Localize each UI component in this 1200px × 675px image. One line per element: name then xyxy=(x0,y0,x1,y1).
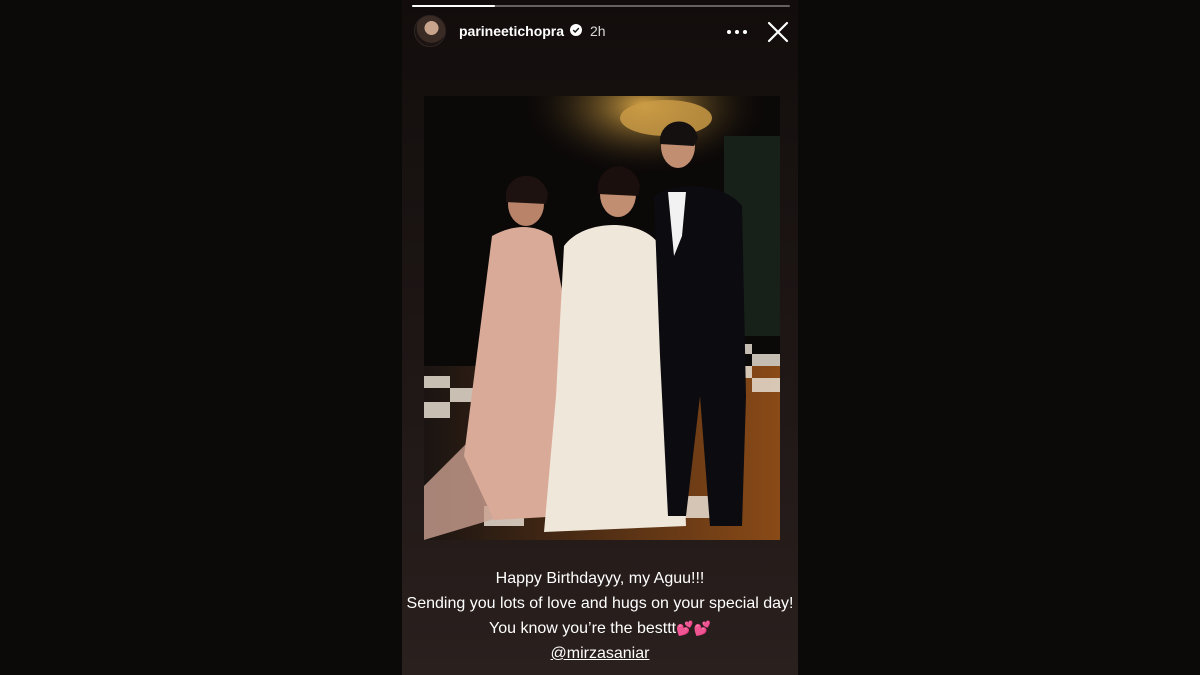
mention-link[interactable]: @mirzasaniar xyxy=(551,645,650,662)
story-caption: Happy Birthdayyy, my Aguu!!! Sending you… xyxy=(402,566,798,666)
heart-emoji-icon: 💕💕 xyxy=(676,620,711,636)
close-icon[interactable] xyxy=(766,20,790,44)
story-viewer[interactable]: parineetichopra 2h Happy Birthdayyy, my … xyxy=(402,0,798,675)
more-options-icon[interactable] xyxy=(724,20,750,42)
caption-text: You know you’re the besttt xyxy=(489,620,677,637)
caption-line: You know you’re the besttt💕💕 xyxy=(402,616,798,641)
caption-line: Happy Birthdayyy, my Aguu!!! xyxy=(495,570,705,587)
caption-line: Sending you lots of love and hugs on you… xyxy=(406,595,794,612)
story-photo xyxy=(424,96,780,540)
screen-background: parineetichopra 2h Happy Birthdayyy, my … xyxy=(0,0,1200,675)
caption-mention-row: @mirzasaniar xyxy=(402,641,798,666)
profile-avatar[interactable] xyxy=(414,15,446,47)
story-progress-fill xyxy=(412,5,496,7)
username-link[interactable]: parineetichopra xyxy=(459,23,564,39)
verified-badge-icon xyxy=(570,24,582,36)
story-timestamp: 2h xyxy=(590,23,606,39)
story-header: parineetichopra 2h xyxy=(402,12,798,52)
story-progress-bar xyxy=(412,5,790,7)
